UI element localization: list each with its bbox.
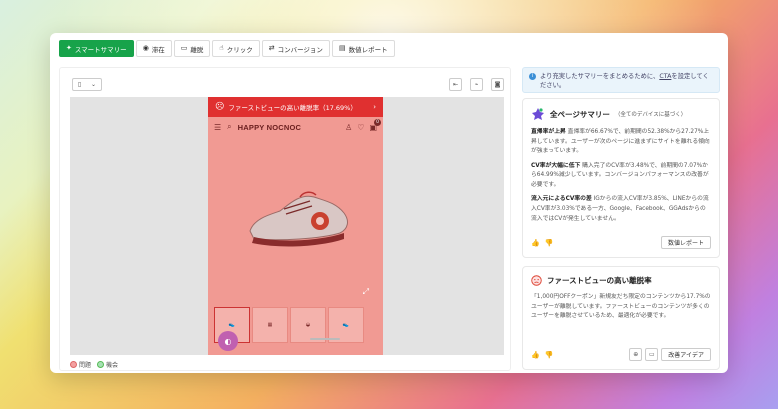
locate-button[interactable]: ⊕ xyxy=(629,348,643,361)
tab-click[interactable]: ☝ クリック xyxy=(212,40,260,57)
card-title: ファーストビューの高い離脱率 xyxy=(547,276,652,285)
brand-logo: HAPPY NOCNOC xyxy=(237,122,302,132)
screenshot-button[interactable]: ◙ xyxy=(491,78,504,91)
info-notice: i より充実したサマリーをまとめるために、CTAを設定してください。 xyxy=(522,67,720,93)
camera-icon: ◙ xyxy=(494,81,501,88)
summary-lead: 直帰率が上昇 xyxy=(531,129,566,135)
tab-label: コンバージョン xyxy=(277,45,323,54)
user-icon: ♙ xyxy=(345,122,353,132)
improvement-idea-button[interactable]: 改善アイデア xyxy=(661,348,711,361)
preview-toolbar: ⇤ ⌁ ◙ xyxy=(449,78,504,91)
window-icon: ▭ xyxy=(648,351,655,358)
report-button[interactable]: 数値レポート xyxy=(660,236,711,249)
mobile-icon: ▯ xyxy=(77,81,82,88)
legend-label: 機会 xyxy=(106,362,119,369)
pointer-icon: ☝ xyxy=(219,44,224,52)
search-icon: ⌕ xyxy=(227,122,232,131)
card-header: ファーストビューの高い離脱率 xyxy=(531,275,711,286)
tab-conversion[interactable]: ⇄ コンバージョン xyxy=(261,40,330,57)
app-window: ✦ スマートサマリー ◉ 滞在 ▭ 離脱 ☝ クリック ⇄ コンバージョン ▤ … xyxy=(50,33,728,373)
scrollbar[interactable] xyxy=(310,338,340,340)
tab-stay[interactable]: ◉ 滞在 xyxy=(135,40,172,57)
tab-exit[interactable]: ▭ 離脱 xyxy=(173,40,211,57)
issue-card: ファーストビューの高い離脱率 「1,000円OFFクーポン」新規友だち限定のコン… xyxy=(522,266,720,370)
card-header: 全ページサマリー （全てのデバイスに基づく） xyxy=(531,107,711,121)
info-icon: i xyxy=(529,73,536,80)
tab-label: 離脱 xyxy=(190,45,204,54)
thumbnail[interactable]: ▦ xyxy=(252,307,288,343)
site-header: ☰ ⌕ HAPPY NOCNOC ♙ ♡ ▣ 0 xyxy=(208,117,383,137)
menu-icon: ☰ xyxy=(214,122,222,132)
legend-item-problem: 問題 xyxy=(70,360,91,369)
summary-lead: CV率が大幅に低下 xyxy=(531,162,581,169)
eye-icon: ◉ xyxy=(142,44,149,52)
cta-link[interactable]: CTA xyxy=(659,73,671,80)
legend-item-opportunity: 機会 xyxy=(97,360,118,369)
opportunity-dot-icon xyxy=(97,361,105,368)
thumbs-up-icon[interactable]: 👍 xyxy=(531,239,540,247)
tab-smart-summary[interactable]: ✦ スマートサマリー xyxy=(59,40,134,57)
sad-face-icon xyxy=(531,275,542,286)
device-select[interactable]: ▯ ⌄ xyxy=(72,78,102,91)
product-image xyxy=(240,185,360,255)
info-text-before: より充実したサマリーをまとめるために、 xyxy=(540,73,660,80)
issue-banner[interactable]: ☹ ファーストビューの高い離脱率（17.69%） › xyxy=(208,97,383,117)
chevron-right-icon: › xyxy=(373,103,376,111)
mobile-preview: ☹ ファーストビューの高い離脱率（17.69%） › ☰ ⌕ HAPPY NOC… xyxy=(208,97,383,355)
cart-count: 0 xyxy=(374,118,381,126)
thumbs-up-icon[interactable]: 👍 xyxy=(531,351,540,359)
summary-panel: i より充実したサマリーをまとめるために、CTAを設定してください。 全ページサ… xyxy=(522,67,720,371)
summary-card: 全ページサマリー （全てのデバイスに基づく） 直帰率が上昇 直帰率が66.67%… xyxy=(522,98,720,258)
legend: 問題 機会 xyxy=(70,360,118,369)
conversion-icon: ⇄ xyxy=(268,44,275,52)
summary-item: 直帰率が上昇 直帰率が66.67%で、前期間の52.38%から27.27%上昇し… xyxy=(531,128,711,157)
tab-label: クリック xyxy=(226,45,253,54)
footer-actions: ⊕ ▭ 改善アイデア xyxy=(629,348,711,361)
summary-item: CV率が大幅に低下 購入完了のCV率が3.48%で、前期間の7.07%から64.… xyxy=(531,162,711,191)
heart-icon: ♡ xyxy=(357,122,365,132)
card-footer: 👍 👎 ⊕ ▭ 改善アイデア xyxy=(531,348,711,361)
banner-text: ファーストビューの高い離脱率（17.69%） xyxy=(228,104,357,112)
chevron-down-icon: ⌄ xyxy=(91,81,97,88)
thumbs-down-icon[interactable]: 👎 xyxy=(545,351,554,359)
window-icon: ▭ xyxy=(180,44,188,52)
problem-dot-icon xyxy=(70,361,77,368)
issue-text: 「1,000円OFFクーポン」新規友だち限定のコンテンツから17.7%のユーザー… xyxy=(531,294,711,320)
link-button[interactable]: ⌁ xyxy=(470,78,483,91)
chat-widget-icon[interactable]: ◐ xyxy=(218,331,238,351)
cart-icon: ▣ 0 xyxy=(369,118,381,132)
expand-icon[interactable]: ⤢ xyxy=(363,287,369,297)
open-button[interactable]: ▭ xyxy=(645,348,659,361)
tab-label: スマートサマリー xyxy=(74,45,127,54)
tab-label: 滞在 xyxy=(151,45,165,54)
preview-panel: ▯ ⌄ ⇤ ⌁ ◙ ☹ ファーストビューの高い離脱率（17.69%） › ☰ ⌕… xyxy=(59,67,511,371)
card-title: 全ページサマリー xyxy=(550,109,610,119)
header-icons: ♙ ♡ ▣ 0 xyxy=(345,118,381,132)
table-icon: ▤ xyxy=(338,44,346,52)
tab-report[interactable]: ▤ 数値レポート xyxy=(331,40,395,57)
card-subtitle: （全てのデバイスに基づく） xyxy=(614,112,687,118)
summary-lead: 流入元によるCV率の差 xyxy=(531,196,592,203)
legend-label: 問題 xyxy=(79,362,92,369)
shoe-icon xyxy=(249,191,348,247)
preview-canvas: ☹ ファーストビューの高い離脱率（17.69%） › ☰ ⌕ HAPPY NOC… xyxy=(70,97,504,355)
target-icon: ⊕ xyxy=(633,351,639,358)
thumbs-down-icon[interactable]: 👎 xyxy=(545,239,554,247)
collapse-button[interactable]: ⇤ xyxy=(449,78,462,91)
tab-bar: ✦ スマートサマリー ◉ 滞在 ▭ 離脱 ☝ クリック ⇄ コンバージョン ▤ … xyxy=(59,40,395,57)
sparkle-icon: ✦ xyxy=(66,44,72,52)
tab-label: 数値レポート xyxy=(348,45,388,54)
link-icon: ⌁ xyxy=(474,81,479,88)
collapse-icon: ⇤ xyxy=(452,81,459,88)
sad-face-icon: ☹ xyxy=(215,102,225,112)
ai-star-icon xyxy=(532,108,544,120)
summary-item: 流入元によるCV率の差 IGからの流入CV率が3.85%、LINEからの流入CV… xyxy=(531,195,711,224)
card-footer: 👍 👎 数値レポート xyxy=(531,236,711,249)
